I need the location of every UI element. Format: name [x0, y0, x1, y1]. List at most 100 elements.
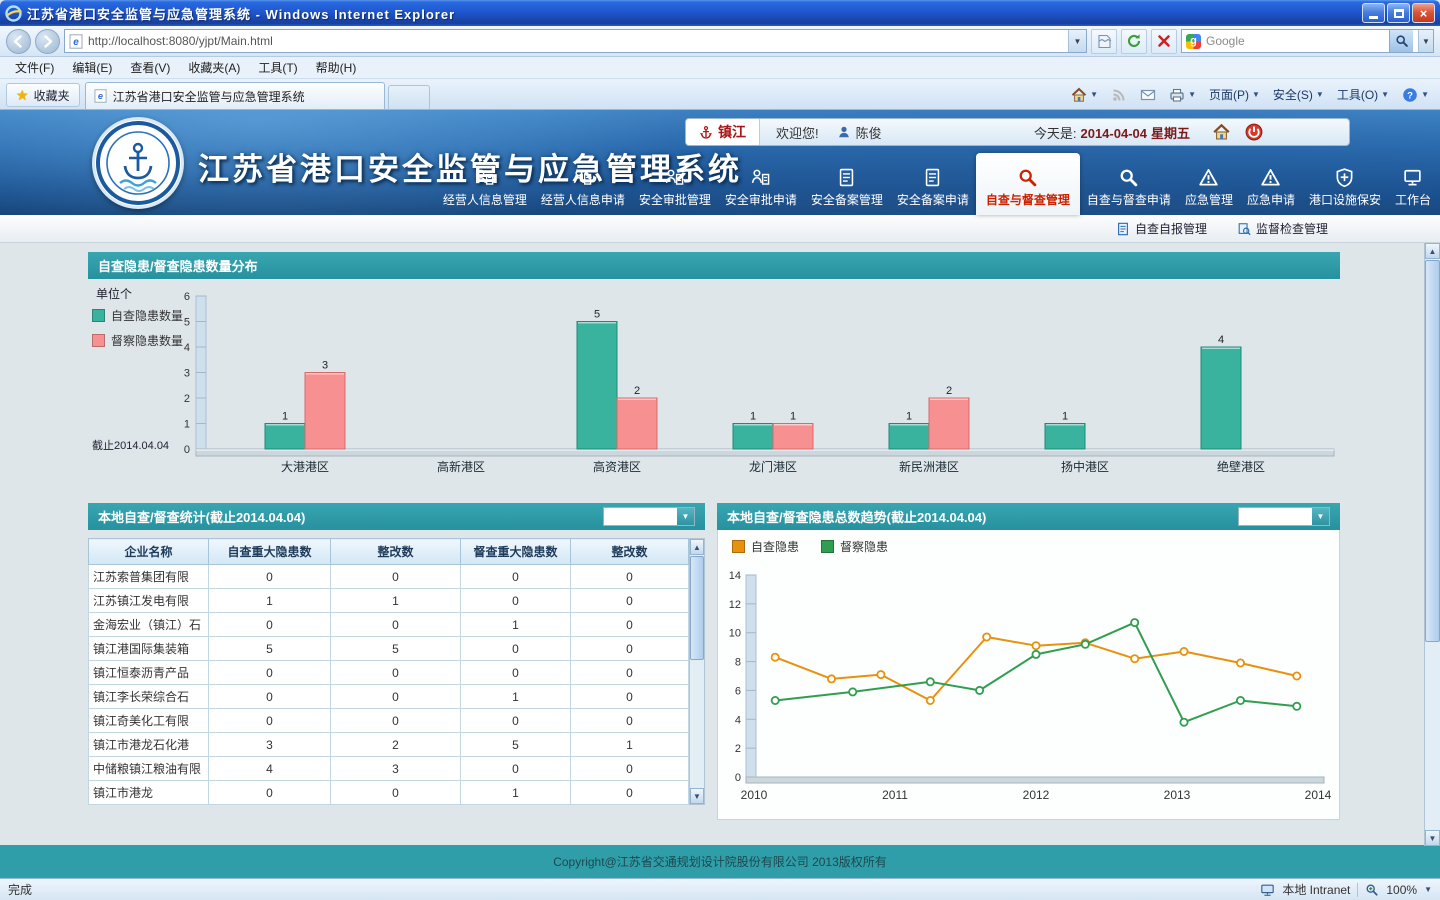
warning-icon: [1261, 165, 1280, 187]
nav-item-0[interactable]: 经营人信息管理: [436, 158, 534, 215]
nav-item-2[interactable]: 安全审批管理: [632, 158, 718, 215]
rss-icon[interactable]: [1106, 84, 1132, 106]
menu-item-4[interactable]: 工具(T): [249, 57, 306, 78]
nav-item-6[interactable]: 自查与督查管理: [976, 153, 1080, 215]
chevron-down-icon[interactable]: ▼: [1424, 885, 1432, 894]
table-scrollbar[interactable]: ▲ ▼: [689, 538, 705, 805]
table-row[interactable]: 镇江李长荣综合石0010: [89, 685, 689, 709]
svg-text:1: 1: [750, 411, 756, 423]
table-row[interactable]: 中储粮镇江粮油有限4300: [89, 757, 689, 781]
page-scrollbar[interactable]: ▲ ▼: [1424, 243, 1440, 846]
minimize-button[interactable]: [1362, 3, 1385, 23]
magnifier-icon: [1018, 165, 1037, 187]
site-logo: [92, 117, 184, 209]
refresh-button[interactable]: [1121, 29, 1147, 54]
subnav-item-0[interactable]: 自查自报管理: [1116, 220, 1207, 237]
help-icon[interactable]: ?▼: [1397, 84, 1434, 106]
close-button[interactable]: ×: [1412, 3, 1435, 23]
scroll-down-icon[interactable]: ▼: [690, 788, 704, 804]
person-doc-icon: [573, 165, 592, 187]
table-row[interactable]: 镇江市港龙石化港3251: [89, 733, 689, 757]
address-field[interactable]: e http://localhost:8080/yjpt/Main.html ▼: [64, 29, 1087, 53]
table-row[interactable]: 江苏索普集团有限0000: [89, 565, 689, 589]
scroll-up-icon[interactable]: ▲: [1425, 243, 1440, 259]
chevron-down-icon: ▼: [682, 512, 690, 521]
legend-swatch: [732, 540, 745, 553]
chevron-down-icon: ▼: [1252, 90, 1260, 99]
nav-item-5[interactable]: 安全备案申请: [890, 158, 976, 215]
svg-text:5: 5: [184, 317, 190, 329]
svg-text:4: 4: [735, 714, 741, 726]
toolbar-button-安全(S)[interactable]: 安全(S)▼: [1268, 83, 1329, 106]
menu-item-2[interactable]: 查看(V): [121, 57, 179, 78]
search-button[interactable]: [1389, 30, 1413, 52]
nav-item-11[interactable]: 工作台: [1388, 158, 1438, 215]
back-button[interactable]: [6, 29, 31, 54]
mail-icon[interactable]: [1135, 84, 1161, 106]
logout-icon[interactable]: [1245, 123, 1263, 141]
nav-item-10[interactable]: 港口设施保安: [1302, 158, 1388, 215]
subnav-item-1[interactable]: 监督检查管理: [1237, 220, 1328, 237]
nav-item-3[interactable]: 安全审批申请: [718, 158, 804, 215]
svg-text:2012: 2012: [1023, 788, 1050, 802]
search-box[interactable]: g Google ▼: [1181, 29, 1434, 53]
home-shortcut-icon[interactable]: [1212, 123, 1231, 141]
new-tab-button[interactable]: [388, 85, 430, 109]
browser-window: 江苏省港口安全监管与应急管理系统 - Windows Internet Expl…: [0, 0, 1440, 900]
maximize-button[interactable]: [1387, 3, 1410, 23]
favorites-button[interactable]: ★ 收藏夹: [6, 83, 80, 107]
search-dropdown-button[interactable]: ▼: [1418, 30, 1433, 52]
chevron-down-icon: ▼: [1090, 90, 1098, 99]
forward-button[interactable]: [35, 29, 60, 54]
status-zoom[interactable]: 100%: [1386, 883, 1417, 897]
scroll-down-icon[interactable]: ▼: [1425, 830, 1440, 846]
legend-item: 督察隐患数量: [92, 332, 183, 349]
table-row[interactable]: 金海宏业（镇江）石0010: [89, 613, 689, 637]
tab-active[interactable]: e 江苏省港口安全监管与应急管理系统: [85, 82, 385, 109]
svg-text:龙门港区: 龙门港区: [749, 459, 797, 474]
menu-item-3[interactable]: 收藏夹(A): [179, 57, 249, 78]
city-label: 镇江: [718, 122, 746, 142]
nav-item-9[interactable]: 应急申请: [1240, 158, 1302, 215]
menu-item-5[interactable]: 帮助(H): [307, 57, 366, 78]
scroll-up-icon[interactable]: ▲: [690, 539, 704, 555]
welcome-label: 欢迎您!: [776, 123, 819, 142]
window-title: 江苏省港口安全监管与应急管理系统 - Windows Internet Expl…: [27, 4, 1362, 23]
port-emblem-icon: [96, 121, 180, 205]
table-row[interactable]: 镇江奇美化工有限0000: [89, 709, 689, 733]
address-dropdown-button[interactable]: ▼: [1068, 30, 1086, 52]
nav-item-7[interactable]: 自查与督查申请: [1080, 158, 1178, 215]
trend-chart-panel: 本地自查/督查隐患总数趋势(截止2014.04.04) ▼ 自查隐患督察隐患 0…: [717, 503, 1340, 820]
trend-chart: 0246810121420102011201220132014: [718, 555, 1334, 811]
compatibility-view-button[interactable]: [1091, 29, 1117, 54]
svg-text:2: 2: [634, 385, 640, 397]
table-row[interactable]: 镇江恒泰沥青产品0000: [89, 661, 689, 685]
svg-text:8: 8: [735, 657, 741, 669]
menu-item-0[interactable]: 文件(F): [6, 57, 63, 78]
chevron-down-icon: ▼: [1421, 90, 1429, 99]
report-icon: [1116, 222, 1130, 236]
ie-logo-icon: [5, 5, 22, 22]
print-icon[interactable]: ▼: [1164, 84, 1201, 106]
close-icon: ×: [1420, 7, 1428, 20]
page-scroll-thumb[interactable]: [1425, 260, 1440, 642]
menu-item-1[interactable]: 编辑(E): [63, 57, 121, 78]
main-nav: 经营人信息管理经营人信息申请安全审批管理安全审批申请安全备案管理安全备案申请自查…: [436, 153, 1438, 215]
monitor-icon: [1403, 165, 1422, 187]
table-row[interactable]: 镇江市港龙0010: [89, 781, 689, 805]
nav-item-1[interactable]: 经营人信息申请: [534, 158, 632, 215]
url-text: http://localhost:8080/yjpt/Main.html: [88, 34, 1063, 48]
table-row[interactable]: 镇江港国际集装箱5500: [89, 637, 689, 661]
stop-button[interactable]: [1151, 29, 1177, 54]
toolbar-button-工具(O)[interactable]: 工具(O)▼: [1332, 83, 1394, 106]
home-icon[interactable]: ▼: [1066, 84, 1103, 106]
nav-item-4[interactable]: 安全备案管理: [804, 158, 890, 215]
zoom-icon[interactable]: [1365, 883, 1379, 897]
nav-item-8[interactable]: 应急管理: [1178, 158, 1240, 215]
table-filter-dropdown[interactable]: ▼: [603, 507, 695, 526]
table-row[interactable]: 江苏镇江发电有限1100: [89, 589, 689, 613]
toolbar-button-页面(P)[interactable]: 页面(P)▼: [1204, 83, 1265, 106]
table-scroll-thumb[interactable]: [690, 556, 704, 660]
trend-filter-dropdown[interactable]: ▼: [1238, 507, 1330, 526]
city-badge[interactable]: 镇江: [686, 119, 760, 145]
